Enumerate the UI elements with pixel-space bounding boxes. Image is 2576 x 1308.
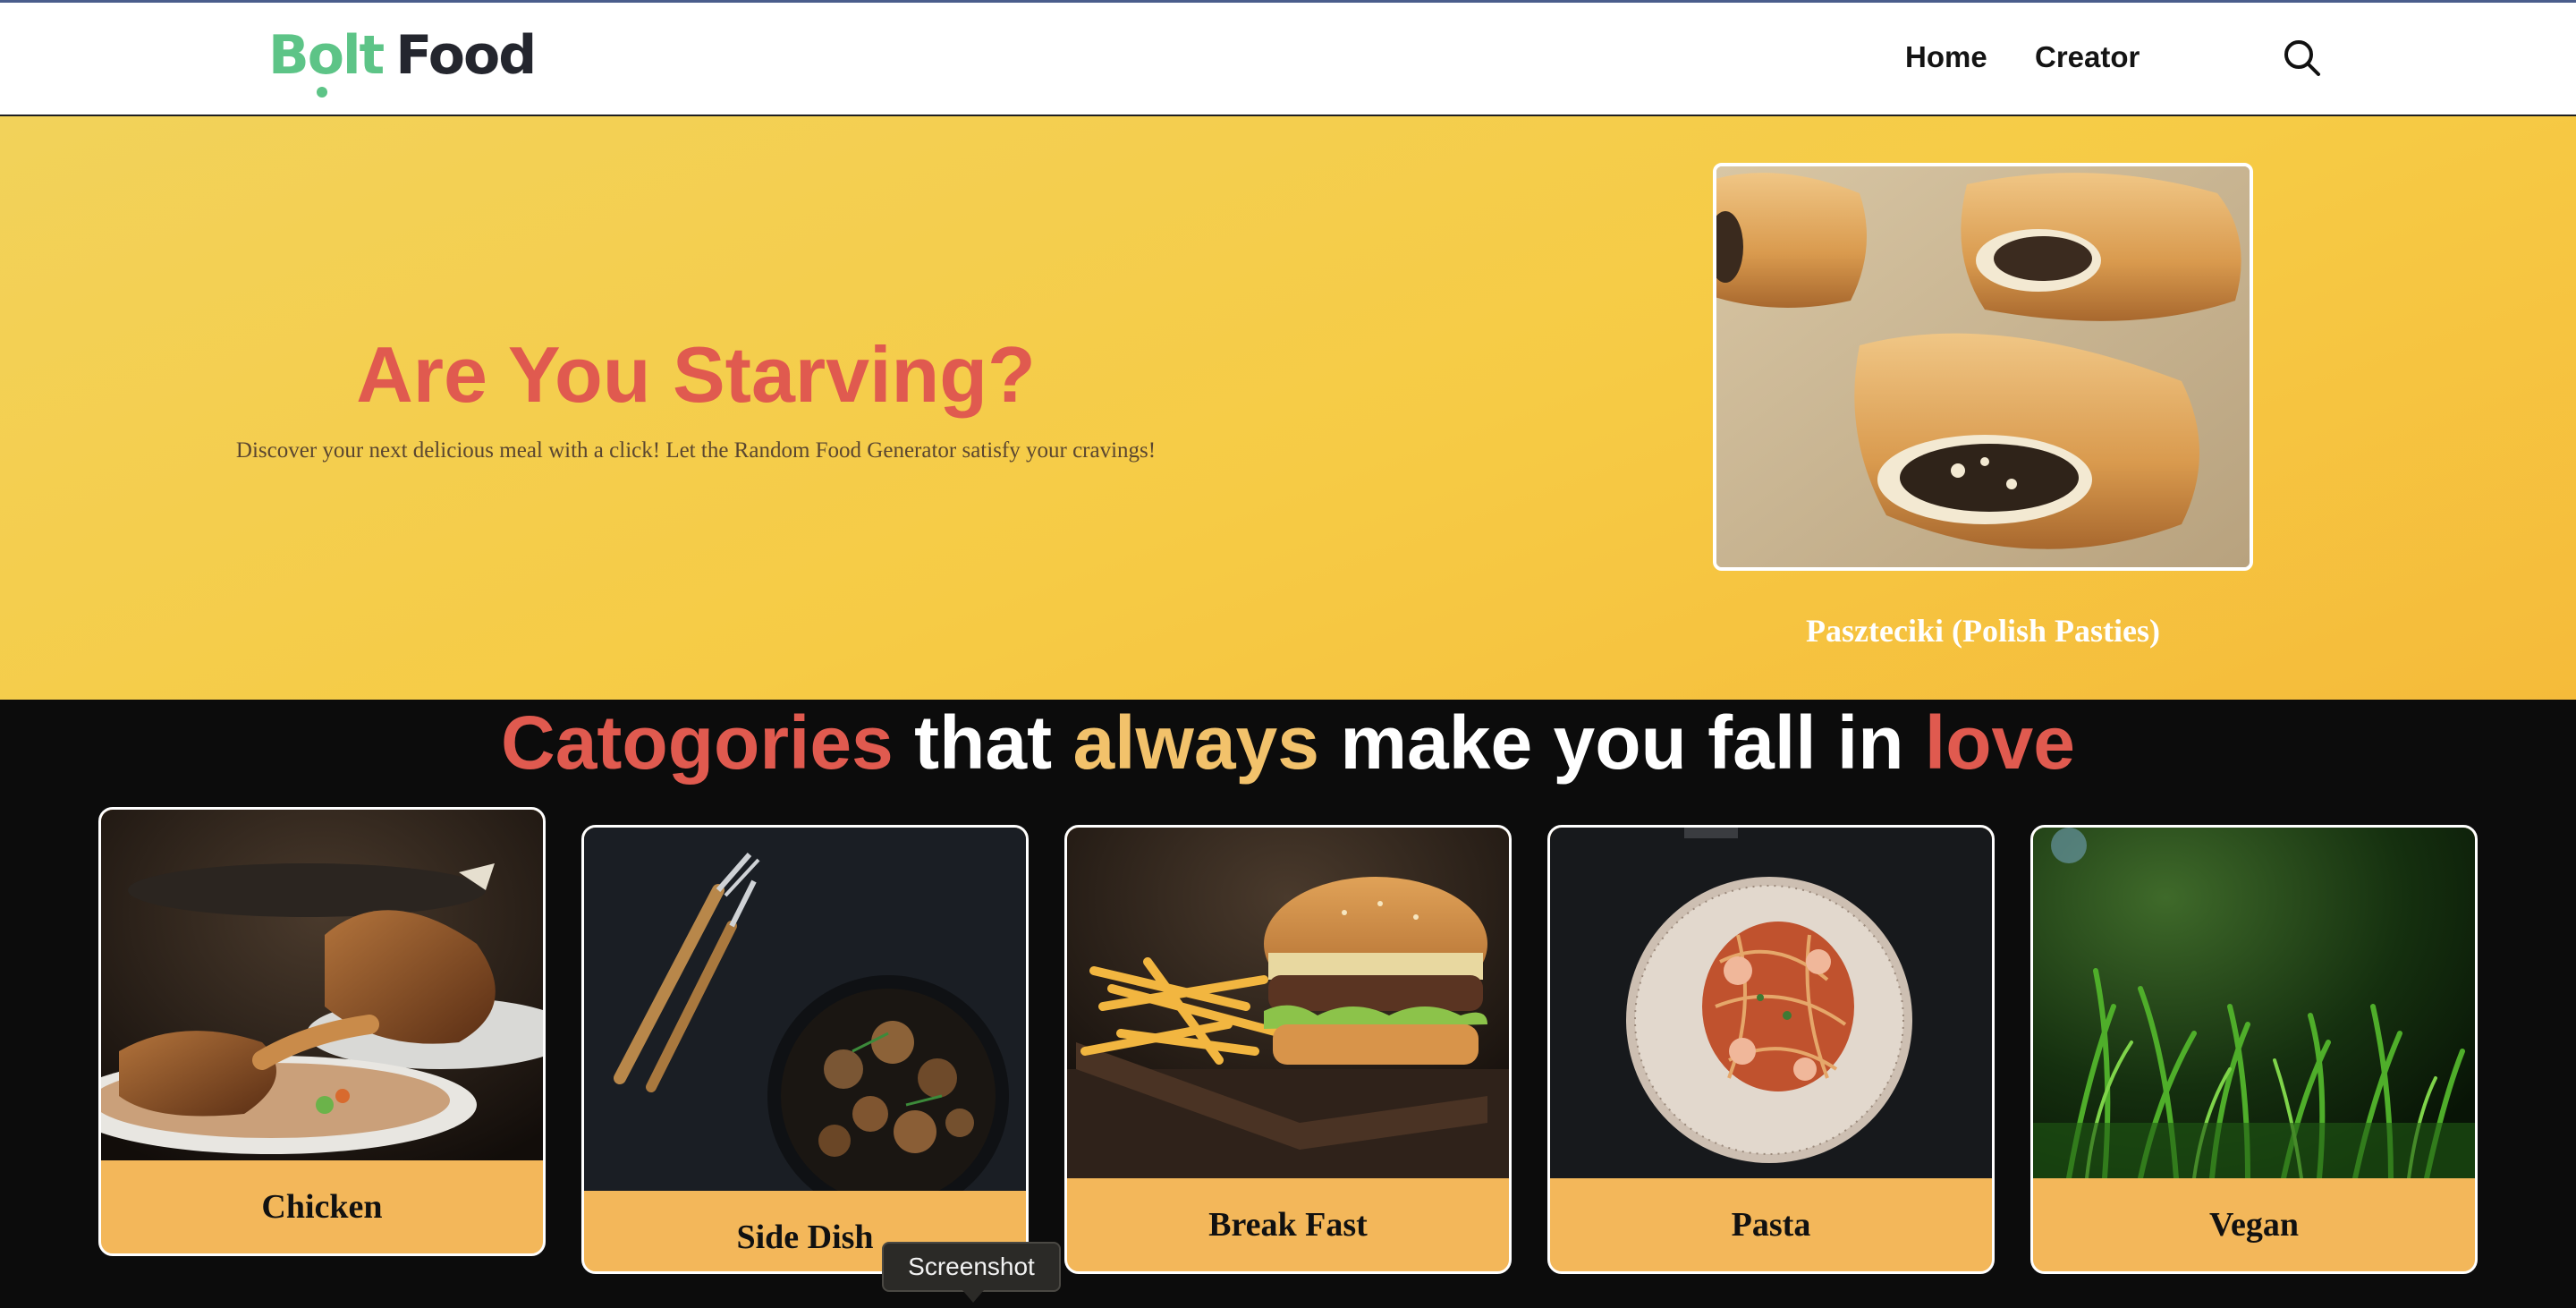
breakfast-image bbox=[1067, 828, 1509, 1178]
search-icon bbox=[2284, 40, 2320, 76]
categories-heading: Catogories that always make you fall in … bbox=[0, 700, 2576, 786]
category-card-chicken[interactable]: Chicken bbox=[98, 807, 546, 1256]
category-label-breakfast: Break Fast bbox=[1208, 1206, 1368, 1244]
heading-word-that: that bbox=[893, 701, 1073, 785]
hero-title: Are You Starving? bbox=[356, 330, 1036, 419]
category-label-vegan: Vegan bbox=[2209, 1206, 2299, 1244]
heading-word-love: love bbox=[1924, 701, 2075, 785]
search-button[interactable] bbox=[2283, 38, 2322, 78]
heading-word-make-you-fall-in: make you fall in bbox=[1318, 701, 1925, 785]
vegan-image bbox=[2033, 828, 2475, 1178]
category-label-chicken: Chicken bbox=[261, 1188, 383, 1226]
logo-food-text: Food bbox=[395, 24, 537, 87]
bolt-food-logo[interactable]: Bolt Food bbox=[268, 24, 537, 98]
heading-word-always: always bbox=[1072, 701, 1319, 785]
heading-word-catogories: Catogories bbox=[501, 701, 894, 785]
hero-subtitle: Discover your next delicious meal with a… bbox=[235, 438, 1157, 463]
category-label-pasta: Pasta bbox=[1731, 1206, 1811, 1244]
site-header: Bolt Food Home Creator bbox=[0, 3, 2576, 116]
tooltip-arrow bbox=[962, 1290, 984, 1303]
category-card-side-dish[interactable]: Side Dish bbox=[581, 825, 1029, 1274]
logo-dot bbox=[317, 87, 327, 98]
side-dish-image bbox=[584, 828, 1026, 1191]
hero-banner: Are You Starving? Discover your next del… bbox=[0, 116, 2576, 700]
featured-food-caption: Paszteciki (Polish Pasties) bbox=[1806, 613, 2160, 649]
category-card-pasta[interactable]: Pasta bbox=[1547, 825, 1995, 1274]
pasta-image bbox=[1550, 828, 1992, 1178]
screenshot-tooltip: Screenshot bbox=[882, 1242, 1061, 1292]
nav-link-creator[interactable]: Creator bbox=[2035, 40, 2140, 74]
nav-link-home[interactable]: Home bbox=[1905, 40, 1987, 74]
logo-bolt-text: Bolt bbox=[268, 24, 385, 87]
category-card-vegan[interactable]: Vegan bbox=[2030, 825, 2478, 1274]
featured-food-image[interactable] bbox=[1713, 163, 2253, 571]
chicken-image bbox=[101, 810, 543, 1160]
category-card-breakfast[interactable]: Break Fast bbox=[1064, 825, 1512, 1274]
